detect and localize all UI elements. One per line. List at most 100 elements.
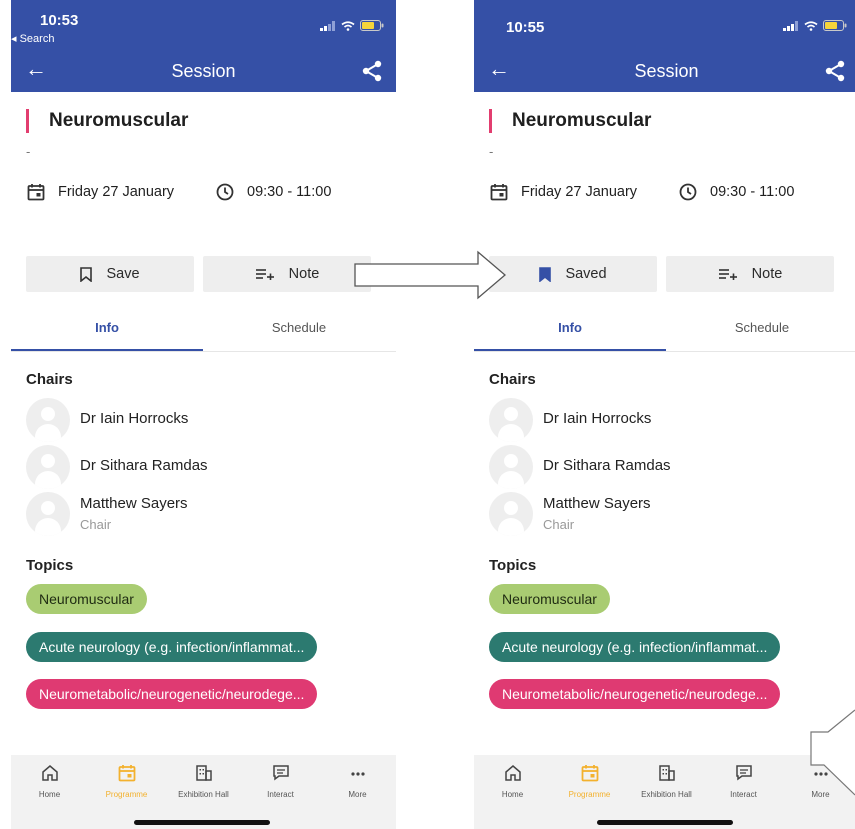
share-icon[interactable]: [825, 60, 845, 82]
calendar-icon: [581, 765, 598, 782]
nav-exhibition-hall[interactable]: Exhibition Hall: [165, 764, 242, 799]
saved-button-label: Saved: [565, 266, 607, 282]
note-button-label: Note: [751, 266, 783, 282]
chair-list-item[interactable]: Matthew Sayers Chair: [489, 492, 849, 536]
app-bar: ← Session: [474, 50, 855, 92]
back-to-search-link[interactable]: ◂ Search: [11, 32, 54, 45]
topics-heading: Topics: [489, 557, 537, 574]
nav-label: Programme: [105, 790, 148, 799]
chair-name: Dr Iain Horrocks: [543, 410, 652, 427]
battery-icon: [823, 20, 847, 31]
home-indicator: [134, 820, 270, 825]
chair-name: Dr Sithara Ramdas: [80, 457, 208, 474]
tab-info[interactable]: Info: [474, 311, 666, 351]
signal-icon: [320, 20, 335, 31]
chair-name: Dr Iain Horrocks: [80, 410, 189, 427]
tab-schedule[interactable]: Schedule: [203, 311, 395, 349]
topic-chip[interactable]: Neurometabolic/neurogenetic/neurodege...: [489, 679, 781, 709]
bookmark-filled-icon: [539, 266, 552, 282]
nav-label: Programme: [568, 790, 611, 799]
nav-label: More: [348, 790, 367, 799]
app-bar-title: Session: [634, 61, 699, 81]
session-time: 09:30 - 11:00: [710, 184, 795, 200]
calendar-icon: [27, 184, 45, 201]
session-tabs: Info Schedule: [474, 311, 855, 352]
session-date: Friday 27 January: [521, 184, 638, 200]
home-icon: [41, 765, 58, 781]
topic-chip[interactable]: Neuromuscular: [26, 584, 147, 614]
chair-list-item[interactable]: Matthew Sayers Chair: [26, 492, 386, 536]
chat-icon: [735, 765, 752, 781]
nav-home[interactable]: Home: [474, 764, 551, 799]
note-button[interactable]: Note: [666, 256, 834, 292]
calendar-icon: [490, 184, 508, 201]
tab-schedule[interactable]: Schedule: [666, 311, 855, 349]
topic-chip[interactable]: Acute neurology (e.g. infection/inflamma…: [489, 632, 781, 662]
nav-exhibition-hall[interactable]: Exhibition Hall: [628, 764, 705, 799]
session-title: Neuromuscular: [489, 109, 651, 133]
nav-more[interactable]: More: [319, 764, 396, 799]
nav-programme[interactable]: Programme: [551, 764, 628, 799]
save-button[interactable]: Save: [26, 256, 194, 292]
chair-list-item[interactable]: Dr Sithara Ramdas: [26, 445, 386, 489]
note-button-label: Note: [288, 266, 320, 282]
status-time: 10:55: [506, 19, 545, 36]
topic-chip[interactable]: Acute neurology (e.g. infection/inflamma…: [26, 632, 318, 662]
session-time-row: 09:30 - 11:00: [216, 183, 331, 201]
phone-screen-before: 10:53 ◂ Search ← Session Neuromuscular -…: [11, 0, 396, 829]
avatar: [26, 492, 70, 536]
status-time: 10:53: [40, 12, 79, 29]
session-date-row: Friday 27 January: [490, 183, 637, 201]
session-time: 09:30 - 11:00: [247, 184, 332, 200]
phone-screen-after: 10:55 ← Session Neuromuscular - Friday 2…: [474, 0, 855, 829]
chair-name: Matthew Sayers: [543, 495, 651, 512]
session-time-row: 09:30 - 11:00: [679, 183, 794, 201]
note-button[interactable]: Note: [203, 256, 371, 292]
chair-list-item[interactable]: Dr Sithara Ramdas: [489, 445, 849, 489]
add-note-icon: [718, 269, 737, 280]
system-icons: [320, 20, 384, 31]
avatar: [26, 445, 70, 489]
clock-icon: [679, 183, 697, 201]
save-button-label: Save: [106, 266, 140, 282]
home-icon: [504, 765, 521, 781]
nav-programme[interactable]: Programme: [88, 764, 165, 799]
chair-role: Chair: [543, 517, 575, 532]
avatar: [26, 398, 70, 442]
session-subtitle: -: [26, 144, 31, 159]
calendar-icon: [118, 765, 135, 782]
avatar: [489, 445, 533, 489]
nav-interact[interactable]: Interact: [705, 764, 782, 799]
topic-chip[interactable]: Neurometabolic/neurogenetic/neurodege...: [26, 679, 318, 709]
chair-name: Matthew Sayers: [80, 495, 188, 512]
bottom-navigation: Home Programme Exhibition Hall Interact …: [11, 755, 396, 829]
avatar: [489, 492, 533, 536]
share-icon[interactable]: [362, 60, 382, 82]
tab-info[interactable]: Info: [11, 311, 203, 351]
nav-interact[interactable]: Interact: [242, 764, 319, 799]
more-icon: [350, 772, 365, 776]
session-tabs: Info Schedule: [11, 311, 396, 352]
topics-heading: Topics: [26, 557, 74, 574]
building-icon: [658, 765, 675, 781]
saved-button[interactable]: Saved: [489, 256, 657, 292]
chair-name: Dr Sithara Ramdas: [543, 457, 671, 474]
nav-label: Home: [38, 790, 61, 799]
chairs-heading: Chairs: [489, 371, 536, 388]
app-bar: ← Session: [11, 50, 396, 92]
bookmark-outline-icon: [80, 266, 93, 282]
chair-role: Chair: [80, 517, 112, 532]
wifi-icon: [804, 20, 818, 31]
chair-list-item[interactable]: Dr Iain Horrocks: [26, 398, 386, 442]
chair-list-item[interactable]: Dr Iain Horrocks: [489, 398, 849, 442]
nav-label: Exhibition Hall: [178, 790, 229, 799]
nav-more[interactable]: More: [782, 764, 855, 799]
session-subtitle: -: [489, 144, 494, 159]
topic-chip[interactable]: Neuromuscular: [489, 584, 610, 614]
battery-icon: [360, 20, 384, 31]
session-title: Neuromuscular: [26, 109, 188, 133]
nav-home[interactable]: Home: [11, 764, 88, 799]
bottom-navigation: Home Programme Exhibition Hall Interact …: [474, 755, 855, 829]
status-bar: 10:55: [474, 0, 855, 50]
more-icon: [813, 772, 828, 776]
